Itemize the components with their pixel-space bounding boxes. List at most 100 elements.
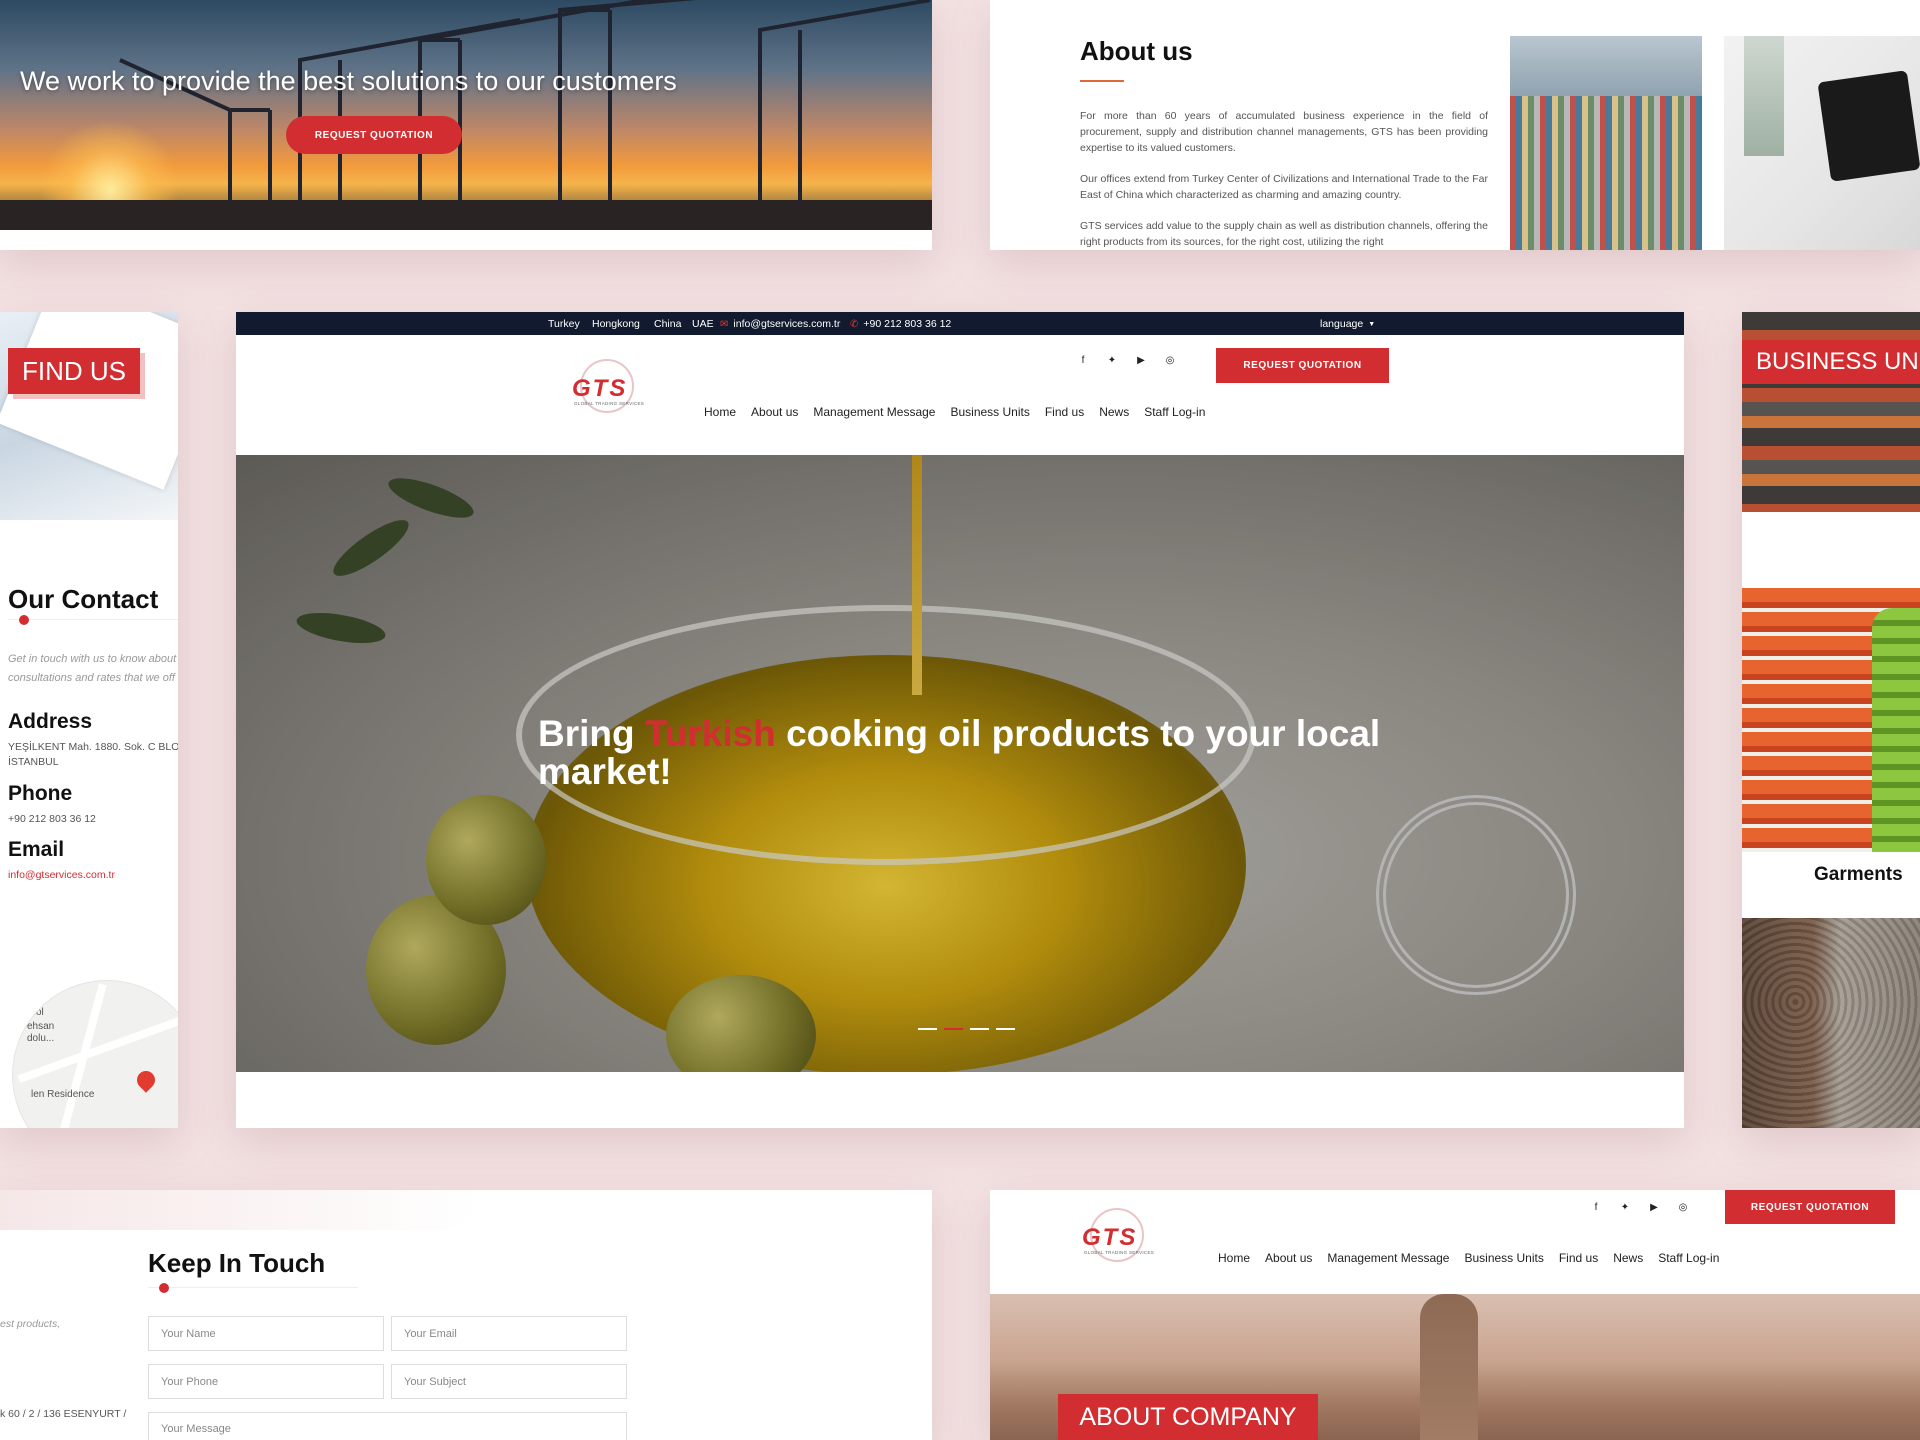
map-pin-icon[interactable] [133,1067,159,1093]
twitter-icon[interactable]: ✦ [1620,1202,1630,1213]
slide-dot-4[interactable] [996,1028,1015,1030]
location-link-china[interactable]: China [654,318,681,330]
logo-text: GTS [572,375,628,402]
nav-about-us[interactable]: About us [1265,1251,1312,1265]
site-header: GTS GLOBAL TRADING SERVICES f ✦ ▶ ◎ REQU… [236,335,1684,455]
topbar-phone-text: +90 212 803 36 12 [863,318,952,330]
nav-home[interactable]: Home [704,405,736,419]
slide-dot-1[interactable] [918,1028,937,1030]
name-field[interactable]: Your Name [148,1316,384,1351]
language-label: language [1320,318,1364,330]
location-map[interactable]: sol ehsan dolu... len Residence [12,980,178,1128]
facebook-icon[interactable]: f [1591,1202,1601,1213]
business-units-banner: BUSINESS UNI [1742,340,1920,384]
subject-field[interactable]: Your Subject [391,1364,627,1399]
green-garments-stack [1872,608,1920,852]
gts-logo[interactable]: GTS GLOBAL TRADING SERVICES [1080,1206,1154,1266]
request-quotation-button[interactable]: REQUEST QUOTATION [1725,1190,1895,1224]
container-port-image [1510,36,1702,250]
text-fragment: est products, [0,1318,61,1330]
request-quotation-button[interactable]: REQUEST QUOTATION [1216,348,1389,383]
mail-icon: ✉ [720,318,729,330]
headline-highlight: Turkish [644,713,776,754]
facebook-icon[interactable]: f [1078,355,1088,366]
nav-news[interactable]: News [1613,1251,1643,1265]
address-label: Address [8,710,93,733]
port-cranes-image [0,0,932,230]
crane-silhouettes [119,0,931,200]
notebook-shape [1817,70,1920,182]
top-info-bar: Turkey Hongkong China UAE ✉ info@gtservi… [236,312,1684,335]
about-paragraph-2: Our offices extend from Turkey Center of… [1080,173,1488,201]
nav-find-us[interactable]: Find us [1559,1251,1598,1265]
social-links: f ✦ ▶ ◎ [1078,355,1175,366]
find-us-image [0,312,178,520]
message-field[interactable]: Your Message [148,1412,627,1440]
slider-pagination [918,1028,1015,1030]
port-ground [0,200,932,230]
phone-field[interactable]: Your Phone [148,1364,384,1399]
phone-value: +90 212 803 36 12 [8,813,96,825]
hero-slider: Bring Turkish cooking oil products to yo… [236,455,1684,1072]
intro-line-2: consultations and rates that we off [8,672,175,684]
address-line-1: YEŞİLKENT Mah. 1880. Sok. C BLOK [8,741,178,753]
slider-headline: Bring Turkish cooking oil products to yo… [538,715,1398,791]
decorative-world-map [0,1190,480,1230]
logo-text: GTS [1082,1224,1138,1251]
youtube-icon[interactable]: ▶ [1649,1202,1659,1213]
about-title: About us [1080,36,1193,66]
nav-news[interactable]: News [1099,405,1129,419]
topbar-email[interactable]: ✉ info@gtservices.com.tr [720,318,840,330]
map-label: sol [31,1007,44,1018]
location-link-hongkong[interactable]: Hongkong [592,318,640,330]
raw-materials-image[interactable] [1742,918,1920,1128]
instagram-icon[interactable]: ◎ [1678,1202,1688,1213]
contact-intro: Get in touch with us to know about consu… [8,650,178,688]
social-links: f ✦ ▶ ◎ [1591,1202,1688,1213]
intro-line-1: Get in touch with us to know about [8,653,177,665]
address-line-2: İSTANBUL [8,756,59,768]
nav-management-message[interactable]: Management Message [813,405,935,419]
about-company-banner: ABOUT COMPANY [1058,1394,1318,1440]
slide-dot-2[interactable] [944,1028,963,1030]
request-quotation-button[interactable]: REQUEST QUOTATION [286,116,462,154]
gts-logo[interactable]: GTS GLOBAL TRADING SERVICES [570,357,644,417]
nav-home[interactable]: Home [1218,1251,1250,1265]
phone-label: Phone [8,782,73,805]
youtube-icon[interactable]: ▶ [1136,355,1146,366]
twitter-icon[interactable]: ✦ [1107,355,1117,366]
title-divider [148,1287,358,1288]
topbar-phone[interactable]: ✆ +90 212 803 36 12 [850,318,951,330]
instagram-icon[interactable]: ◎ [1165,355,1175,366]
keep-in-touch-title: Keep In Touch [148,1248,326,1278]
address-value: YEŞİLKENT Mah. 1880. Sok. C BLOK İSTANBU… [8,740,178,770]
nav-about-us[interactable]: About us [751,405,798,419]
contact-preview-panel: FIND US Our Contact Get in touch with us… [0,312,178,1128]
find-us-banner: FIND US [8,348,140,394]
caret-down-icon: ▼ [1368,320,1376,328]
hero-headline: We work to provide the best solutions to… [20,66,677,96]
business-units-preview: BUSINESS UNI Garments [1742,312,1920,1128]
garments-label[interactable]: Garments [1814,864,1903,886]
logo-subtitle: GLOBAL TRADING SERVICES [1084,1250,1155,1255]
topbar-email-text: info@gtservices.com.tr [733,318,841,330]
map-label: dolu... [27,1033,55,1044]
address-fragment: k 60 / 2 / 136 ESENYURT / [0,1408,127,1420]
nav-management-message[interactable]: Management Message [1327,1251,1449,1265]
title-divider [8,619,178,620]
nav-business-units[interactable]: Business Units [1464,1251,1543,1265]
email-field[interactable]: Your Email [391,1316,627,1351]
email-link[interactable]: info@gtservices.com.tr [8,868,115,883]
nav-find-us[interactable]: Find us [1045,405,1084,419]
nav-staff-login[interactable]: Staff Log-in [1144,405,1205,419]
location-link-uae[interactable]: UAE [692,318,714,330]
language-dropdown[interactable]: language ▼ [1320,318,1375,330]
main-site-preview: Turkey Hongkong China UAE ✉ info@gtservi… [236,312,1684,1128]
nav-staff-login[interactable]: Staff Log-in [1658,1251,1719,1265]
garments-image[interactable] [1742,588,1920,852]
location-link-turkey[interactable]: Turkey [548,318,580,330]
slide-dot-3[interactable] [970,1028,989,1030]
main-nav: Home About us Management Message Busines… [704,405,1205,419]
nav-business-units[interactable]: Business Units [950,405,1029,419]
logo-subtitle: GLOBAL TRADING SERVICES [574,401,645,406]
